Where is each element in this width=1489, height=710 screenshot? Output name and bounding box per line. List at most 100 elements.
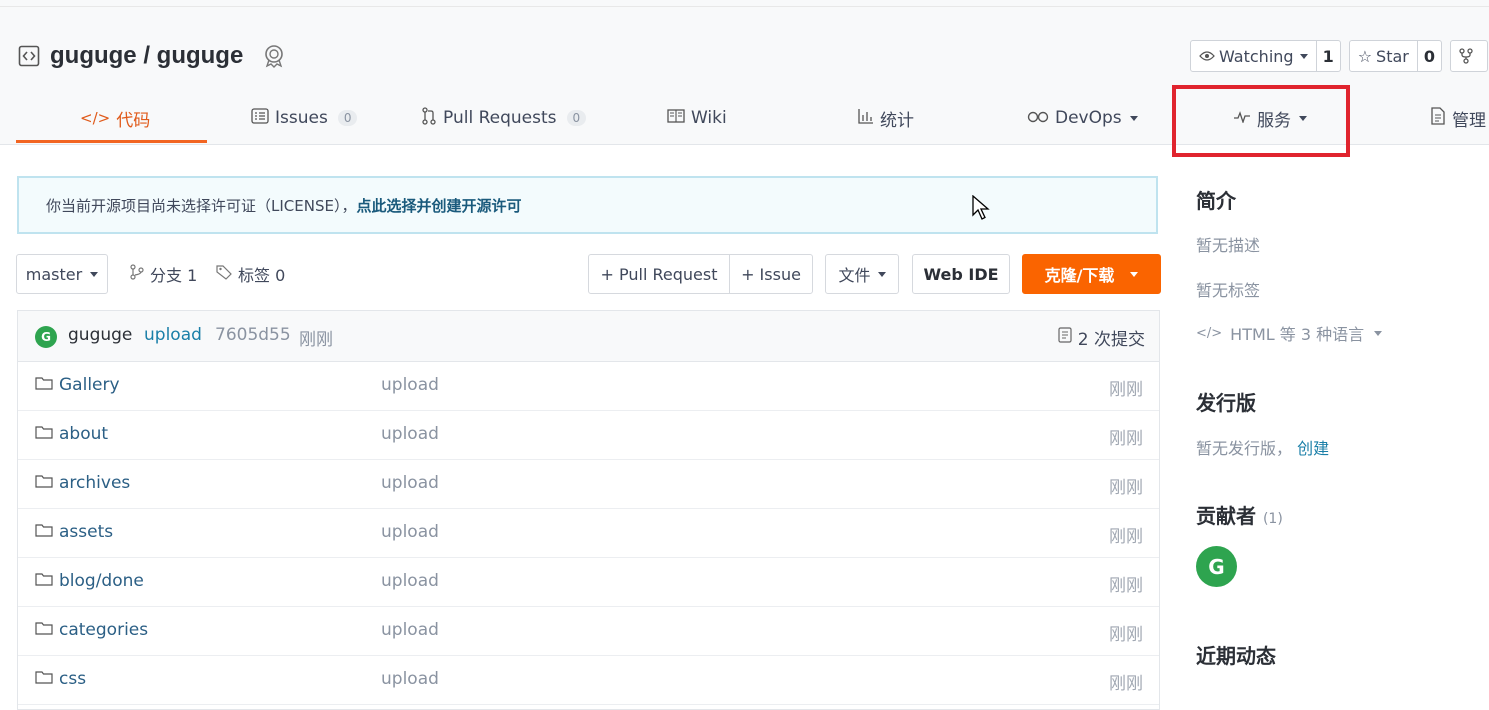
tab-devops[interactable]: DevOps (1027, 95, 1138, 141)
star-label: Star (1376, 46, 1409, 66)
divider (0, 6, 1489, 7)
tab-label: 管理 (1452, 110, 1486, 131)
star-icon: ☆ (1357, 46, 1373, 66)
button-label: + Pull Request (600, 264, 718, 284)
new-pull-request-button[interactable]: + Pull Request (588, 254, 730, 294)
file-name-link[interactable]: archives (35, 473, 130, 493)
file-row[interactable]: blog/done upload 刚刚 (18, 557, 1159, 607)
contributors-title: 贡献者 (1196, 504, 1256, 528)
file-dropdown-button[interactable]: 文件 (825, 254, 899, 294)
star-count[interactable]: 0 (1416, 41, 1441, 71)
file-row[interactable]: assets upload 刚刚 (18, 508, 1159, 558)
chevron-down-icon (877, 271, 886, 277)
contributors-heading: 贡献者 (1) (1196, 500, 1283, 529)
file-row[interactable]: about upload 刚刚 (18, 410, 1159, 460)
watch-count[interactable]: 1 (1315, 41, 1340, 71)
tab-issues[interactable]: Issues 0 (251, 95, 358, 141)
file-commit-message[interactable]: upload (381, 473, 439, 493)
file-name: archives (59, 473, 131, 493)
release-info: 暂无发行版， 创建 (1196, 435, 1329, 459)
latest-commit-row: G guguge upload 7605d55 刚刚 2 次提交 (18, 311, 1159, 362)
file-time: 刚刚 (1109, 478, 1143, 498)
repo-name[interactable]: guguge / guguge (50, 42, 243, 70)
book-icon (667, 108, 685, 128)
clone-download-button[interactable]: 克隆/下载 (1022, 254, 1161, 294)
tab-label: DevOps (1055, 108, 1122, 128)
services-highlight-annotation (1172, 85, 1350, 157)
file-name-link[interactable]: Gallery (35, 375, 120, 395)
tags-label: 标签 0 (238, 266, 286, 285)
star-button[interactable]: ☆ Star 0 (1348, 40, 1442, 72)
tab-code[interactable]: </> 代码 (80, 95, 150, 141)
file-commit-message[interactable]: upload (381, 620, 439, 640)
recommend-badge-icon[interactable] (261, 43, 287, 69)
file-row[interactable]: categories upload 刚刚 (18, 606, 1159, 656)
file-row[interactable]: archives upload 刚刚 (18, 459, 1159, 509)
button-label: + Issue (741, 264, 801, 284)
folder-icon (35, 669, 53, 689)
create-license-link[interactable]: 点此选择并创建开源许可 (356, 195, 521, 216)
commit-author[interactable]: guguge (68, 325, 132, 345)
commit-hash[interactable]: 7605d55 (215, 325, 291, 345)
folder-icon (35, 620, 53, 640)
file-name-link[interactable]: about (35, 424, 108, 444)
tab-wiki[interactable]: Wiki (667, 95, 727, 141)
tab-label: Issues (275, 108, 328, 128)
tab-label: 统计 (880, 110, 914, 131)
file-name: css (59, 669, 87, 689)
languages-dropdown[interactable]: </> HTML 等 3 种语言 (1196, 321, 1383, 345)
tab-label: Pull Requests (443, 108, 557, 128)
commit-message[interactable]: upload (144, 325, 202, 345)
folder-icon (35, 522, 53, 542)
fork-icon (1451, 41, 1481, 71)
branches-link[interactable]: 分支 1 (130, 254, 197, 294)
folder-icon (35, 473, 53, 493)
file-commit-message[interactable]: upload (381, 424, 439, 444)
file-name-link[interactable]: assets (35, 522, 113, 542)
branch-select[interactable]: master (16, 254, 108, 294)
release-heading: 发行版 (1196, 391, 1256, 415)
commits-icon (1058, 327, 1072, 348)
code-icon: </> (1196, 325, 1223, 341)
release-text: 暂无发行版， (1196, 439, 1293, 458)
tab-label: 代码 (116, 110, 151, 131)
file-commit-message[interactable]: upload (381, 669, 439, 689)
avatar[interactable]: G (35, 326, 57, 348)
branch-icon (130, 264, 144, 284)
file-commit-message[interactable]: upload (381, 375, 439, 395)
file-time: 刚刚 (1109, 380, 1143, 400)
file-name: blog/done (59, 571, 144, 591)
file-name-link[interactable]: css (35, 669, 86, 689)
file-row[interactable]: Gallery upload 刚刚 (18, 361, 1159, 411)
file-row[interactable]: css upload 刚刚 (18, 655, 1159, 705)
contributors-count: (1) (1262, 511, 1283, 527)
tags-link[interactable]: 标签 0 (216, 254, 285, 294)
web-ide-button[interactable]: Web IDE (912, 254, 1010, 294)
tab-pull-requests[interactable]: Pull Requests 0 (421, 95, 587, 141)
license-notice-text: 你当前开源项目尚未选择许可证（LICENSE）， (46, 196, 357, 215)
create-release-link[interactable]: 创建 (1297, 439, 1329, 458)
tab-stats[interactable]: 统计 (858, 95, 914, 141)
active-tab-indicator (16, 140, 207, 143)
avatar[interactable]: G (1196, 546, 1237, 587)
code-icon: </> (80, 109, 111, 127)
file-commit-message[interactable]: upload (381, 571, 439, 591)
tab-manage[interactable]: 管理 (1430, 95, 1486, 141)
activity-heading: 近期动态 (1196, 644, 1276, 668)
file-time: 刚刚 (1109, 674, 1143, 694)
issues-icon (251, 107, 269, 129)
commit-time: 刚刚 (299, 330, 333, 350)
file-list: G guguge upload 7605d55 刚刚 2 次提交 Gallery… (17, 310, 1160, 710)
description-text: 暂无描述 (1196, 236, 1261, 255)
new-issue-button[interactable]: + Issue (729, 254, 813, 294)
commit-count-link[interactable]: 2 次提交 (1058, 325, 1145, 350)
chart-icon (858, 108, 874, 129)
file-name-link[interactable]: blog/done (35, 571, 144, 591)
fork-button[interactable] (1450, 40, 1488, 72)
watch-label: Watching (1219, 46, 1294, 66)
watch-button[interactable]: Watching 1 (1190, 40, 1341, 72)
button-label: 文件 (838, 266, 871, 285)
file-commit-message[interactable]: upload (381, 522, 439, 542)
file-name-link[interactable]: categories (35, 620, 148, 640)
chevron-down-icon (1299, 53, 1308, 59)
